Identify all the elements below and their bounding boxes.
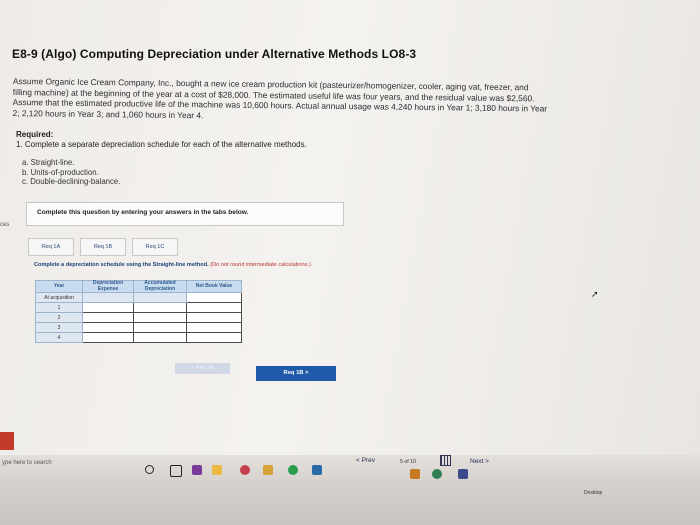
prev-req-button[interactable]: < Req 1A bbox=[175, 363, 230, 374]
app-icon-teal[interactable] bbox=[432, 469, 442, 479]
app-icon-yellow[interactable] bbox=[263, 465, 273, 475]
header-year: Year bbox=[35, 280, 83, 293]
table-row: At acquisition bbox=[35, 292, 242, 303]
input-net-book-value[interactable] bbox=[186, 312, 242, 323]
input-net-book-value[interactable] bbox=[186, 322, 242, 333]
question-title: E8-9 (Algo) Computing Depreciation under… bbox=[12, 47, 417, 61]
header-net-book-value: Net Book Value bbox=[186, 280, 242, 293]
header-depreciation-expense: Depreciation Expense bbox=[82, 280, 134, 293]
tab-instruction: Complete a depreciation schedule using t… bbox=[34, 262, 414, 268]
row-label: 3 bbox=[35, 322, 83, 333]
tab-req-1c[interactable]: Req 1C bbox=[132, 238, 178, 256]
tab-req-1b[interactable]: Req 1B bbox=[80, 238, 126, 256]
input-accumulated-depreciation[interactable] bbox=[133, 332, 187, 343]
app-icon-orange[interactable] bbox=[410, 469, 420, 479]
table-row: 3 bbox=[35, 322, 242, 333]
input-depreciation-expense[interactable] bbox=[82, 332, 134, 343]
task-view-icon[interactable] bbox=[170, 465, 182, 477]
instruction-text: Complete this question by entering your … bbox=[37, 209, 249, 216]
instruction-box: Complete this question by entering your … bbox=[26, 202, 344, 226]
input-accumulated-depreciation[interactable] bbox=[133, 322, 187, 333]
row-label: 4 bbox=[35, 332, 83, 343]
question-page: E8-9 (Algo) Computing Depreciation under… bbox=[0, 0, 700, 455]
header-accumulated-depreciation: Accumulated Depreciation bbox=[133, 280, 187, 293]
input-depreciation-expense[interactable] bbox=[82, 322, 134, 333]
taskbar-icons bbox=[0, 463, 700, 493]
table-row: 2 bbox=[35, 312, 242, 323]
row-label: 1 bbox=[35, 302, 83, 313]
input-depreciation-expense[interactable] bbox=[82, 302, 134, 313]
question-paragraph: Assume Organic Ice Cream Company, Inc., … bbox=[12, 76, 548, 121]
option-straight-line: a. Straight-line. bbox=[22, 158, 75, 167]
input-net-book-value[interactable] bbox=[186, 332, 242, 343]
publisher-logo bbox=[0, 432, 14, 450]
mouse-cursor-icon: ➚ bbox=[591, 289, 599, 299]
side-label: ces bbox=[0, 222, 10, 228]
app-icon-red[interactable] bbox=[240, 465, 250, 475]
required-heading: Required: bbox=[16, 130, 54, 139]
input-net-book-value[interactable] bbox=[186, 302, 242, 313]
cortana-icon[interactable] bbox=[145, 465, 154, 474]
cell-depreciation-expense bbox=[82, 292, 134, 303]
depreciation-table: Year Depreciation Expense Accumulated De… bbox=[35, 280, 242, 343]
app-icon-purple[interactable] bbox=[192, 465, 202, 475]
next-req-button[interactable]: Req 1B > bbox=[256, 366, 336, 381]
tab-instruction-note: (Do not round intermediate calculations.… bbox=[210, 262, 311, 268]
input-accumulated-depreciation[interactable] bbox=[133, 302, 187, 313]
table-row: 1 bbox=[35, 302, 242, 313]
app-icon-blue[interactable] bbox=[312, 465, 322, 475]
app-icon-green[interactable] bbox=[288, 465, 298, 475]
input-depreciation-expense[interactable] bbox=[82, 312, 134, 323]
app-icon-navy[interactable] bbox=[458, 469, 468, 479]
file-explorer-icon[interactable] bbox=[212, 465, 222, 475]
taskbar-desktop-label: Desktop bbox=[584, 490, 603, 496]
method-options: a. Straight-line. b. Units-of-production… bbox=[22, 158, 120, 187]
cell-accumulated-depreciation bbox=[133, 292, 187, 303]
table-header-row: Year Depreciation Expense Accumulated De… bbox=[35, 280, 242, 293]
row-label: At acquisition bbox=[35, 292, 83, 303]
input-net-book-value[interactable] bbox=[186, 292, 242, 303]
required-line: 1. Complete a separate depreciation sche… bbox=[16, 140, 307, 149]
row-label: 2 bbox=[35, 312, 83, 323]
option-units-of-production: b. Units-of-production. bbox=[22, 167, 99, 177]
tab-instruction-text: Complete a depreciation schedule using t… bbox=[34, 262, 209, 268]
input-accumulated-depreciation[interactable] bbox=[133, 312, 187, 323]
table-row: 4 bbox=[35, 332, 242, 343]
option-double-declining: c. Double-declining-balance. bbox=[22, 177, 121, 186]
tab-req-1a[interactable]: Req 1A bbox=[28, 238, 74, 256]
